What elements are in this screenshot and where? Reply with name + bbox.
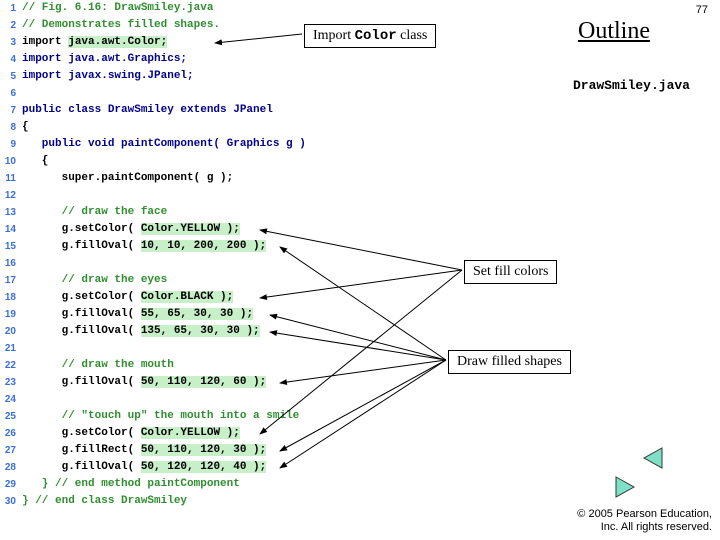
nav-controls (642, 446, 700, 504)
code-listing: 1// Fig. 6.16: DrawSmiley.java2// Demons… (0, 0, 460, 510)
prev-icon[interactable] (642, 446, 698, 470)
callout-draw-filled-shapes: Draw filled shapes (448, 350, 571, 374)
copyright: © 2005 Pearson Education, Inc. All right… (577, 508, 712, 534)
page-number: 77 (696, 4, 708, 16)
next-icon[interactable] (612, 475, 640, 499)
callout-set-fill-colors: Set fill colors (464, 260, 557, 284)
callout-import-color: Import Color class (304, 24, 436, 48)
outline-heading: Outline (578, 18, 650, 45)
source-filename: DrawSmiley.java (573, 78, 690, 93)
